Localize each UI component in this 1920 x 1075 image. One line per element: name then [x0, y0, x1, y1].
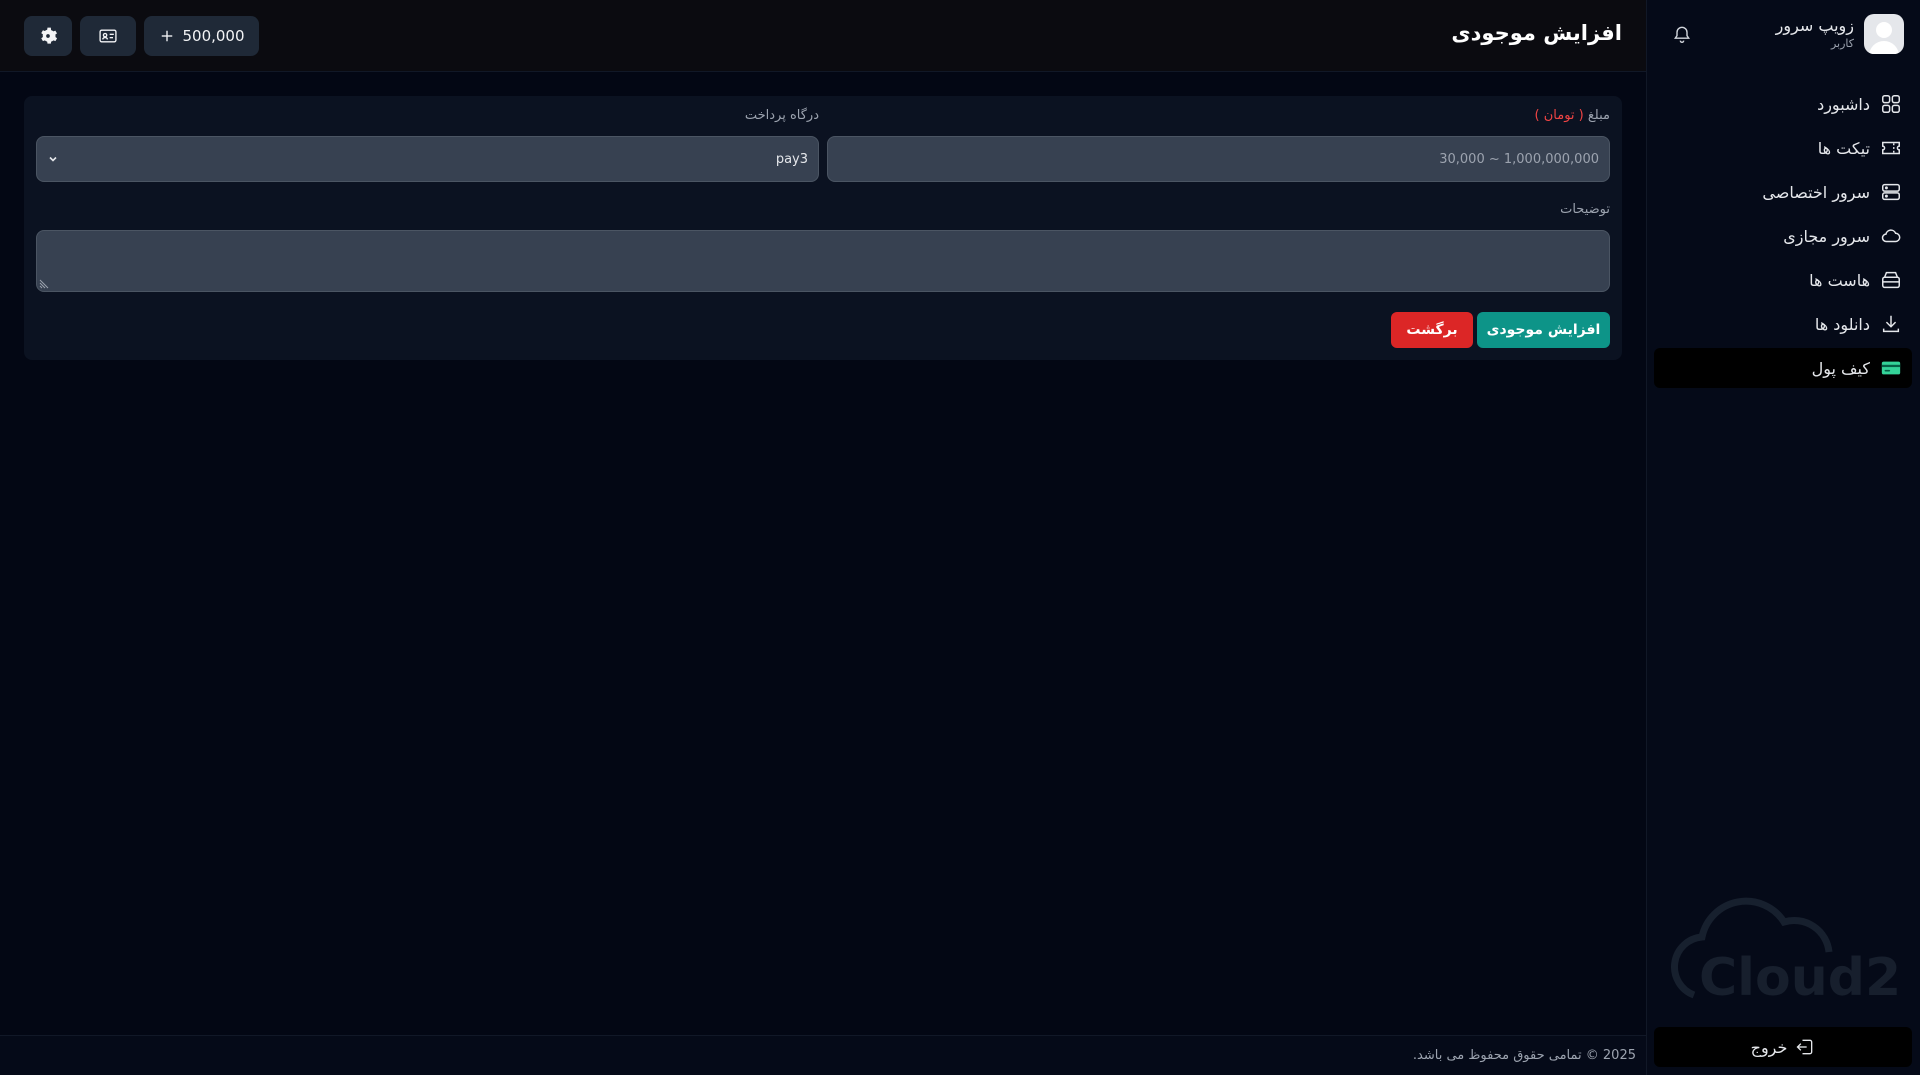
- cloud-icon: [1881, 229, 1901, 243]
- profile-role: کاربر: [1830, 37, 1854, 50]
- balance-amount: 500,000: [182, 27, 245, 45]
- footer: 2025 © تمامی حقوق محفوظ می باشد.: [0, 1035, 1646, 1075]
- amount-unit: ( تومان ): [1534, 108, 1584, 123]
- sidebar-item-virtual-server[interactable]: سرور مجازی: [1654, 216, 1912, 256]
- profile-card-button[interactable]: [80, 16, 136, 56]
- gear-icon: [41, 27, 58, 44]
- sidebar-item-wallet[interactable]: کیف پول: [1654, 348, 1912, 388]
- id-card-icon: [99, 29, 117, 43]
- chevron-down-icon: [49, 156, 57, 162]
- grid-icon: [1882, 95, 1900, 113]
- sidebar-item-label: تیکت ها: [1817, 138, 1870, 158]
- bell-icon[interactable]: [1672, 24, 1692, 44]
- sidebar-item-downloads[interactable]: دانلود ها: [1654, 304, 1912, 344]
- wallet-icon: [1881, 361, 1901, 375]
- top-header: افزایش موجودی 500,000: [0, 0, 1646, 72]
- ticket-icon: [1882, 141, 1900, 155]
- server-icon: [1882, 183, 1900, 201]
- cloud2-watermark-logo: Cloud2: [1671, 897, 1901, 1008]
- storage-icon: [1882, 271, 1900, 289]
- settings-button[interactable]: [24, 16, 72, 56]
- amount-label: مبلغ ( تومان ): [1534, 108, 1610, 123]
- gateway-value: pay3: [775, 151, 808, 167]
- description-label: توضیحات: [1560, 202, 1610, 217]
- gateway-label: درگاه پرداخت: [744, 108, 819, 123]
- sidebar-item-tickets[interactable]: تیکت ها: [1654, 128, 1912, 168]
- sidebar-item-label: کیف پول: [1811, 358, 1870, 378]
- amount-input[interactable]: 30,000 ~ 1,000,000,000: [827, 136, 1610, 182]
- logout-label: خروج: [1750, 1037, 1788, 1057]
- add-balance-button[interactable]: 500,000: [144, 16, 259, 56]
- description-textarea[interactable]: [36, 230, 1610, 292]
- sidebar-item-label: داشبورد: [1817, 94, 1870, 114]
- sidebar-item-label: سرور مجازی: [1783, 226, 1870, 246]
- sidebar-item-dedicated-server[interactable]: سرور اختصاصی: [1654, 172, 1912, 212]
- copyright-text: 2025 © تمامی حقوق محفوظ می باشد.: [1412, 1048, 1636, 1063]
- sidebar-item-hosting[interactable]: هاست ها: [1654, 260, 1912, 300]
- deposit-form-card: مبلغ ( تومان ) 30,000 ~ 1,000,000,000 در…: [24, 96, 1622, 360]
- profile-name: زویپ سرور: [1775, 16, 1854, 35]
- logout-icon: [1796, 1039, 1813, 1055]
- sidebar-item-label: دانلود ها: [1814, 314, 1870, 334]
- plus-icon: [162, 30, 173, 42]
- user-profile[interactable]: زویپ سرور کاربر: [1776, 14, 1904, 54]
- sidebar-item-label: هاست ها: [1809, 270, 1870, 290]
- gateway-select[interactable]: pay3: [36, 136, 819, 182]
- sidebar-item-dashboard[interactable]: داشبورد: [1654, 84, 1912, 124]
- avatar: [1864, 14, 1904, 54]
- svg-text:Cloud2: Cloud2: [1699, 948, 1901, 1008]
- page-title: افزایش موجودی: [1451, 21, 1622, 45]
- logout-button[interactable]: خروج: [1654, 1027, 1912, 1067]
- amount-placeholder: 30,000 ~ 1,000,000,000: [1439, 151, 1599, 167]
- back-button[interactable]: برگشت: [1391, 312, 1473, 348]
- sidebar-menu: داشبورد تیکت ها سرور اختصاصی سرور مجازی: [1654, 84, 1912, 392]
- sidebar-item-label: سرور اختصاصی: [1762, 182, 1870, 202]
- submit-deposit-button[interactable]: افزایش موجودی: [1477, 312, 1610, 348]
- download-icon: [1882, 315, 1900, 333]
- sidebar: زویپ سرور کاربر داشبورد تیکت ها سرور اخت: [1646, 0, 1920, 1075]
- resize-handle-icon[interactable]: [39, 277, 51, 289]
